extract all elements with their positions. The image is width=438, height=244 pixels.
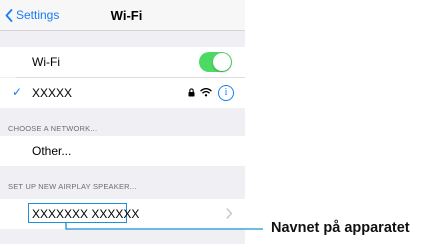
callout-label: Navnet på apparatet [271, 220, 410, 236]
callout-line [65, 223, 263, 230]
